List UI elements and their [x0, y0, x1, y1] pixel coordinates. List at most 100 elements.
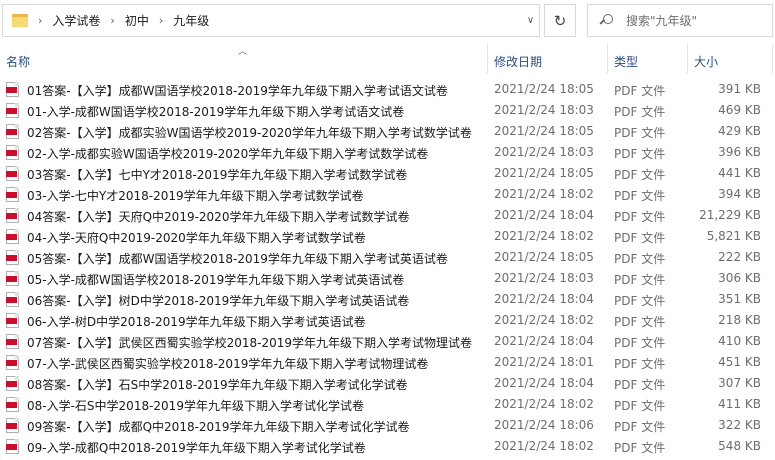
file-date: 2021/2/24 18:04: [494, 334, 594, 348]
file-type: PDF 文件: [614, 168, 666, 182]
file-size: 5,821 KB: [706, 229, 761, 243]
column-header-size[interactable]: 大小: [694, 53, 718, 70]
file-type: PDF 文件: [614, 420, 666, 434]
file-date: 2021/2/24 18:05: [494, 124, 594, 138]
file-type: PDF 文件: [614, 189, 666, 203]
breadcrumb-item[interactable]: 入学试卷: [52, 12, 100, 29]
chevron-right-icon[interactable]: ›: [159, 14, 163, 27]
file-size: 411 KB: [718, 397, 761, 411]
pdf-file-icon: [6, 187, 19, 202]
file-name: 06答案-【入学】树D中学2018-2019学年九年级下期入学考试英语试卷: [27, 294, 410, 308]
pdf-file-icon: [6, 103, 19, 118]
file-size: 307 KB: [718, 376, 761, 390]
refresh-icon: ↻: [553, 11, 567, 30]
file-type: PDF 文件: [614, 378, 666, 392]
file-row[interactable]: 08答案-【入学】石S中学2018-2019学年九年级下期入学考试化学试卷 202…: [0, 373, 775, 394]
file-size: 306 KB: [718, 271, 761, 285]
file-row[interactable]: 08-入学-石S中学2018-2019学年九年级下期入学考试化学试卷 2021/2…: [0, 394, 775, 415]
column-header-type[interactable]: 类型: [614, 53, 638, 70]
file-row[interactable]: 06-入学-树D中学2018-2019学年九年级下期入学考试英语试卷 2021/2…: [0, 310, 775, 331]
folder-icon: [12, 14, 28, 27]
file-row[interactable]: 04-入学-天府Q中2019-2020学年九年级下期入学考试数学试卷 2021/2…: [0, 226, 775, 247]
file-name: 06-入学-树D中学2018-2019学年九年级下期入学考试英语试卷: [27, 315, 366, 329]
file-name: 04-入学-天府Q中2019-2020学年九年级下期入学考试数学试卷: [27, 231, 366, 245]
file-type: PDF 文件: [614, 231, 666, 245]
file-row[interactable]: 01-入学-成都W国语学校2018-2019学年九年级下期入学考试语文试卷 202…: [0, 100, 775, 121]
file-type: PDF 文件: [614, 357, 666, 371]
file-type: PDF 文件: [614, 336, 666, 350]
file-type: PDF 文件: [614, 126, 666, 140]
file-size: 322 KB: [718, 418, 761, 432]
file-date: 2021/2/24 18:05: [494, 166, 594, 180]
file-size: 351 KB: [718, 292, 761, 306]
file-date: 2021/2/24 18:04: [494, 376, 594, 390]
column-header-name[interactable]: 名称: [6, 53, 30, 70]
file-name: 03答案-【入学】七中Y才2018-2019学年九年级下期入学考试数学试卷: [27, 168, 408, 182]
pdf-file-icon: [6, 418, 19, 433]
pdf-file-icon: [6, 229, 19, 244]
chevron-right-icon[interactable]: ›: [110, 14, 114, 27]
chevron-down-icon[interactable]: ∨: [517, 4, 544, 37]
file-date: 2021/2/24 18:03: [494, 271, 594, 285]
file-type: PDF 文件: [614, 399, 666, 413]
pdf-file-icon: [6, 334, 19, 349]
file-row[interactable]: 04答案-【入学】天府Q中2019-2020学年九年级下期入学考试数学试卷 202…: [0, 205, 775, 226]
search-box[interactable]: 搜索"九年级": [587, 4, 773, 37]
file-type: PDF 文件: [614, 84, 666, 98]
file-size: 548 KB: [718, 439, 761, 453]
file-type: PDF 文件: [614, 252, 666, 266]
column-divider[interactable]: [487, 44, 488, 74]
address-bar[interactable]: › 入学试卷 › 初中 › 九年级: [2, 4, 540, 37]
column-header-date[interactable]: 修改日期: [494, 53, 542, 70]
file-row[interactable]: 03-入学-七中Y才2018-2019学年九年级下期入学考试数学试卷 2021/2…: [0, 184, 775, 205]
pdf-file-icon: [6, 124, 19, 139]
file-date: 2021/2/24 18:01: [494, 355, 594, 369]
file-date: 2021/2/24 18:04: [494, 208, 594, 222]
file-name: 02答案-【入学】成都实验W国语学校2019-2020学年九年级下期入学考试数学…: [27, 126, 472, 140]
pdf-file-icon: [6, 145, 19, 160]
file-date: 2021/2/24 18:05: [494, 250, 594, 264]
pdf-file-icon: [6, 271, 19, 286]
column-divider[interactable]: [607, 44, 608, 74]
file-name: 05-入学-成都W国语学校2018-2019学年九年级下期入学考试英语试卷: [27, 273, 405, 287]
pdf-file-icon: [6, 292, 19, 307]
file-name: 01答案-【入学】成都W国语学校2018-2019学年九年级下期入学考试语文试卷: [27, 84, 448, 98]
sort-ascending-icon: ︿: [238, 47, 248, 57]
breadcrumb-item[interactable]: 九年级: [173, 12, 209, 29]
file-date: 2021/2/24 18:03: [494, 103, 594, 117]
file-date: 2021/2/24 18:02: [494, 439, 594, 453]
file-row[interactable]: 02答案-【入学】成都实验W国语学校2019-2020学年九年级下期入学考试数学…: [0, 121, 775, 142]
file-date: 2021/2/24 18:06: [494, 418, 594, 432]
file-size: 429 KB: [718, 124, 761, 138]
file-row[interactable]: 05答案-【入学】成都W国语学校2018-2019学年九年级下期入学考试英语试卷…: [0, 247, 775, 268]
file-row[interactable]: 09-入学-成都Q中2018-2019学年九年级下期入学考试化学试卷 2021/2…: [0, 436, 775, 457]
search-input[interactable]: 搜索"九年级": [626, 12, 697, 29]
refresh-button[interactable]: ↻: [544, 4, 576, 37]
file-row[interactable]: 02-入学-成都实验W国语学校2019-2020学年九年级下期入学考试数学试卷 2…: [0, 142, 775, 163]
file-row[interactable]: 01答案-【入学】成都W国语学校2018-2019学年九年级下期入学考试语文试卷…: [0, 79, 775, 100]
file-name: 05答案-【入学】成都W国语学校2018-2019学年九年级下期入学考试英语试卷: [27, 252, 448, 266]
file-size: 21,229 KB: [699, 208, 761, 222]
file-type: PDF 文件: [614, 147, 666, 161]
file-size: 391 KB: [718, 82, 761, 96]
column-divider[interactable]: [687, 44, 688, 74]
file-row[interactable]: 09答案-【入学】成都Q中2018-2019学年九年级下期入学考试化学试卷 202…: [0, 415, 775, 436]
file-name: 07-入学-武侯区西蜀实验学校2018-2019学年九年级下期入学考试物理试卷: [27, 357, 429, 371]
file-row[interactable]: 06答案-【入学】树D中学2018-2019学年九年级下期入学考试英语试卷 202…: [0, 289, 775, 310]
file-row[interactable]: 05-入学-成都W国语学校2018-2019学年九年级下期入学考试英语试卷 202…: [0, 268, 775, 289]
file-date: 2021/2/24 18:02: [494, 313, 594, 327]
chevron-right-icon[interactable]: ›: [38, 14, 42, 27]
file-size: 218 KB: [718, 313, 761, 327]
file-type: PDF 文件: [614, 273, 666, 287]
file-date: 2021/2/24 18:02: [494, 397, 594, 411]
file-row[interactable]: 07-入学-武侯区西蜀实验学校2018-2019学年九年级下期入学考试物理试卷 2…: [0, 352, 775, 373]
file-size: 396 KB: [718, 145, 761, 159]
file-date: 2021/2/24 18:05: [494, 82, 594, 96]
column-divider[interactable]: [772, 44, 773, 74]
file-name: 08-入学-石S中学2018-2019学年九年级下期入学考试化学试卷: [27, 399, 364, 413]
file-name: 04答案-【入学】天府Q中2019-2020学年九年级下期入学考试数学试卷: [27, 210, 410, 224]
file-row[interactable]: 07答案-【入学】武侯区西蜀实验学校2018-2019学年九年级下期入学考试物理…: [0, 331, 775, 352]
navigation-bar: › 入学试卷 › 初中 › 九年级 ∨ ↻ 搜索"九年级": [0, 0, 775, 44]
breadcrumb-item[interactable]: 初中: [125, 12, 149, 29]
file-row[interactable]: 03答案-【入学】七中Y才2018-2019学年九年级下期入学考试数学试卷 202…: [0, 163, 775, 184]
